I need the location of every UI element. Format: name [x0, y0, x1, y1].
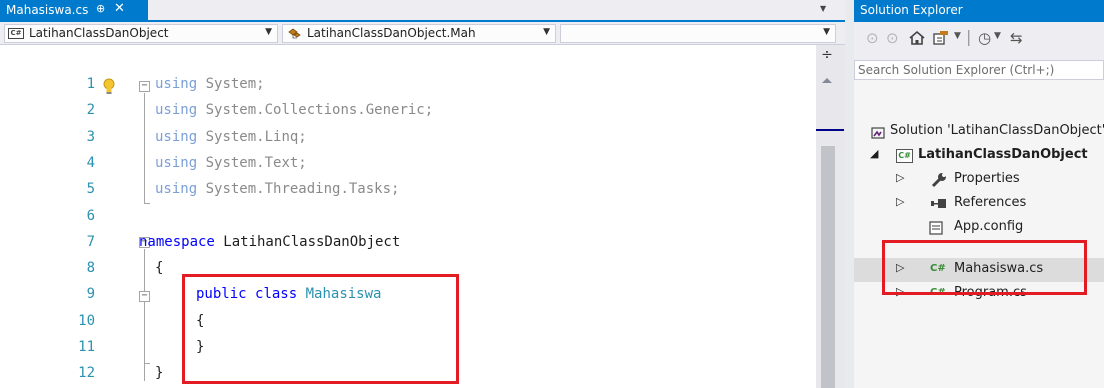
tree-item-label: References: [954, 195, 1027, 210]
sync-with-document-icon[interactable]: [932, 30, 952, 46]
outline-guide: [144, 303, 145, 363]
refresh-icon[interactable]: ⇆: [1010, 29, 1023, 47]
document-tab-mahasiswa[interactable]: Mahasiswa.cs ⊕ ✕: [0, 0, 148, 20]
code-text: System;: [197, 76, 265, 92]
pane-splitter[interactable]: [845, 0, 854, 388]
lightbulb-icon[interactable]: [102, 78, 116, 96]
code-text: {: [155, 260, 164, 277]
line-number: 4: [86, 154, 95, 171]
code-keyword: using: [155, 128, 198, 145]
code-line[interactable]: {: [155, 260, 163, 276]
vertical-scrollbar[interactable]: ÷: [816, 45, 845, 388]
project-dropdown[interactable]: C# LatihanClassDanObject ▼: [4, 24, 278, 43]
scroll-up-icon[interactable]: [820, 75, 834, 85]
close-icon[interactable]: ✕: [114, 1, 125, 16]
collapse-usings-toggle[interactable]: −: [139, 81, 150, 92]
highlight-annotation-box: [882, 240, 1087, 295]
chevron-down-icon: ▼: [265, 27, 272, 37]
tree-item-label: LatihanClassDanObject: [918, 147, 1088, 162]
code-text: System.Text;: [197, 154, 307, 171]
line-number: 8: [86, 260, 95, 277]
code-keyword: using: [155, 102, 198, 119]
scrollbar-thumb[interactable]: [821, 146, 835, 388]
code-text: LatihanClassDanObject: [214, 233, 401, 250]
chevron-down-icon[interactable]: ▼: [994, 31, 1001, 41]
tree-item-label: App.config: [954, 219, 1024, 234]
collapsed-arrow-icon[interactable]: ▷: [896, 195, 904, 208]
line-number: 3: [86, 128, 95, 145]
code-text: System.Linq;: [197, 128, 307, 145]
back-icon[interactable]: ⊙: [866, 29, 879, 47]
csharp-project-icon: C#: [8, 28, 24, 39]
solution-explorer-title: Solution Explorer: [854, 0, 1104, 22]
outline-guide: [144, 203, 150, 204]
highlight-annotation-box: [182, 274, 459, 384]
references-icon: [931, 199, 946, 208]
type-dropdown-label: LatihanClassDanObject.Mah: [307, 26, 476, 40]
code-text: }: [155, 365, 164, 382]
code-line[interactable]: }: [155, 365, 163, 381]
wrench-icon: [931, 173, 946, 188]
collapsed-arrow-icon[interactable]: ▷: [896, 171, 904, 184]
solution-search-input[interactable]: Search Solution Explorer (Ctrl+;): [854, 60, 1104, 80]
tab-overflow-dropdown-icon[interactable]: ▼: [820, 4, 830, 16]
split-window-icon[interactable]: ÷: [819, 47, 835, 65]
forward-icon[interactable]: ⊙: [886, 29, 899, 47]
tree-item-solution[interactable]: Solution 'LatihanClassDanObject' (1 proj…: [854, 120, 1104, 144]
project-dropdown-label: LatihanClassDanObject: [29, 26, 169, 40]
expanded-arrow-icon[interactable]: ◢: [870, 147, 878, 160]
code-editor-pane[interactable]: Mahasiswa.cs ⊕ ✕ ▼ C# LatihanClassDanObj…: [0, 0, 845, 388]
home-icon[interactable]: [908, 30, 926, 46]
solution-tree: Solution 'LatihanClassDanObject' (1 proj…: [854, 82, 1104, 388]
code-line[interactable]: namespace LatihanClassDanObject: [139, 234, 400, 250]
pending-changes-icon[interactable]: ◷: [978, 29, 991, 47]
line-number: 7: [86, 233, 95, 250]
line-number: 5: [86, 181, 95, 198]
code-keyword: using: [155, 154, 198, 171]
member-dropdown[interactable]: ▼: [560, 24, 836, 43]
csharp-project-icon: C#: [896, 149, 913, 163]
solution-icon: [871, 127, 885, 139]
line-number: 11: [78, 339, 95, 355]
code-line[interactable]: using System;: [155, 76, 265, 92]
navigation-bar: C# LatihanClassDanObject ▼ LatihanClassD…: [0, 22, 845, 45]
class-icon: [288, 28, 301, 39]
toolbar-separator: |: [966, 27, 972, 46]
code-line[interactable]: using System.Linq;: [155, 129, 307, 145]
chevron-down-icon: ▼: [543, 27, 550, 37]
code-line[interactable]: using System.Text;: [155, 155, 307, 171]
code-text: System.Threading.Tasks;: [197, 181, 400, 198]
config-file-icon: [929, 221, 943, 235]
outline-guide: [144, 93, 145, 203]
chevron-down-icon: ▼: [823, 27, 830, 37]
code-line[interactable]: using System.Collections.Generic;: [155, 102, 433, 118]
tree-item-properties[interactable]: ▷ Properties: [854, 168, 1104, 192]
document-tab-title: Mahasiswa.cs: [6, 3, 89, 17]
document-tab-strip: Mahasiswa.cs ⊕ ✕ ▼: [0, 0, 845, 22]
outline-guide: [144, 363, 150, 364]
type-dropdown[interactable]: LatihanClassDanObject.Mah ▼: [282, 24, 556, 43]
tree-item-app-config[interactable]: App.config: [854, 216, 1104, 240]
tree-item-label: Solution 'LatihanClassDanObject' (1 proj…: [890, 123, 1104, 138]
code-keyword: namespace: [139, 233, 215, 250]
line-number: 2: [86, 102, 95, 119]
line-number: 9: [86, 286, 95, 303]
line-number: 10: [78, 312, 95, 329]
code-line[interactable]: using System.Threading.Tasks;: [155, 181, 399, 197]
code-keyword: using: [155, 181, 198, 198]
tree-item-project[interactable]: ◢ C# LatihanClassDanObject: [854, 144, 1104, 168]
collapse-class-toggle[interactable]: −: [139, 291, 150, 302]
tree-item-references[interactable]: ▷ References: [854, 192, 1104, 216]
code-text: System.Collections.Generic;: [197, 102, 434, 119]
line-number: 1: [86, 76, 95, 92]
caret-position-marker: [816, 129, 844, 131]
chevron-down-icon[interactable]: ▼: [954, 31, 961, 41]
code-keyword: using: [155, 76, 198, 92]
line-number: 6: [86, 207, 95, 224]
tree-item-label: Properties: [954, 171, 1020, 186]
solution-explorer-pane: Solution Explorer ⊙ ⊙ ▼ | ◷ ▼ ⇆ Search S…: [854, 0, 1104, 388]
line-number: 12: [78, 365, 95, 382]
pin-icon[interactable]: ⊕: [96, 2, 105, 15]
